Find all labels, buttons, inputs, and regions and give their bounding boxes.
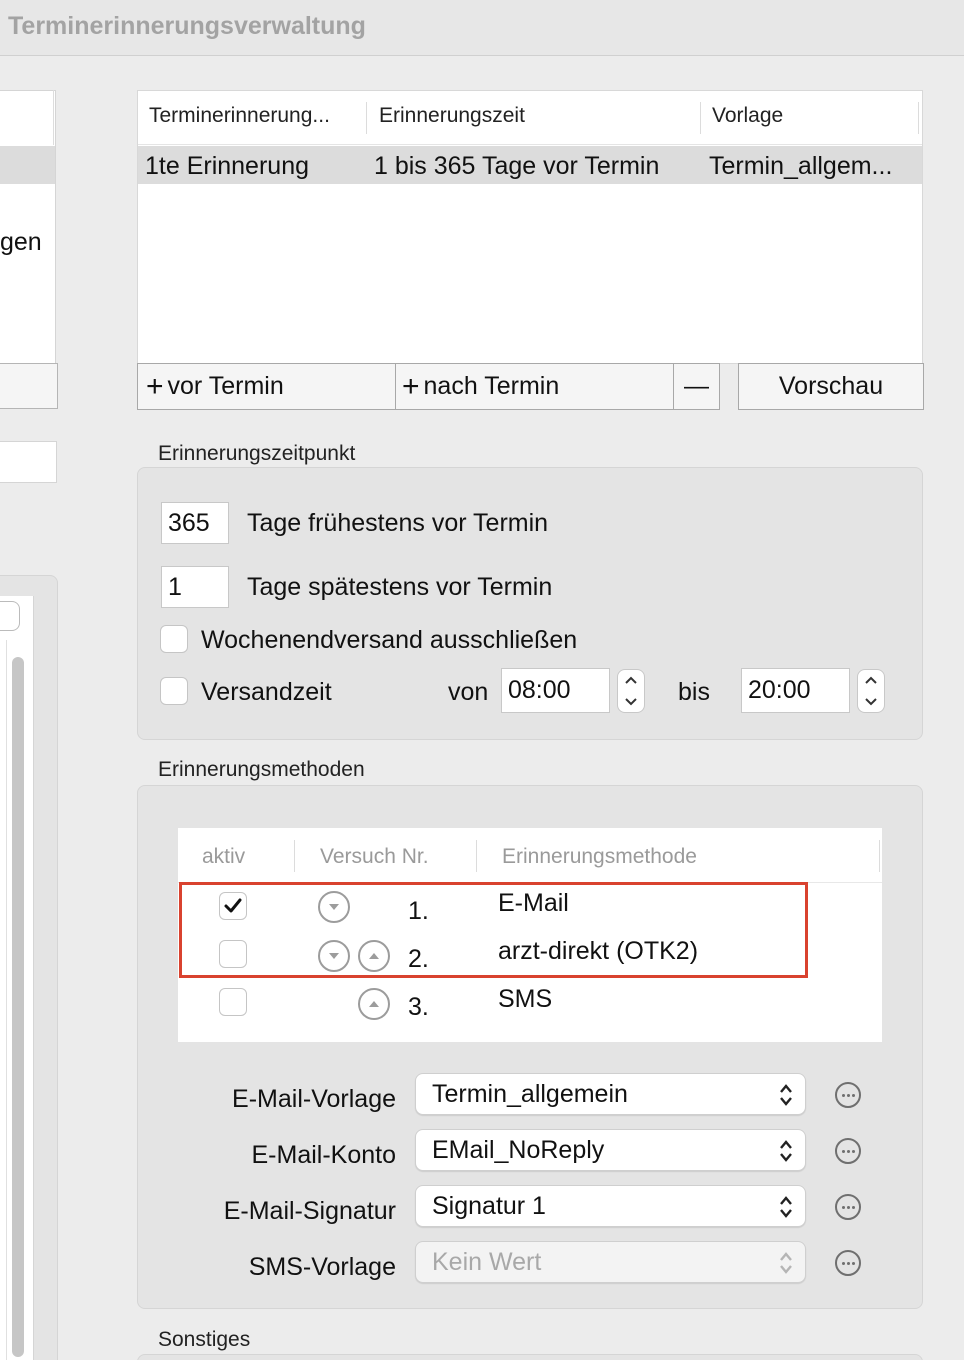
email-template-more-button[interactable]	[835, 1082, 861, 1108]
updown-chevron-icon	[780, 1196, 792, 1218]
add-after-label: nach Termin	[423, 372, 560, 400]
send-time-label: Versandzeit	[201, 678, 332, 706]
left-list-item-text[interactable]: gen	[0, 228, 42, 257]
email-account-more-button[interactable]	[835, 1138, 861, 1164]
sms-template-select[interactable]: Kein Wert	[415, 1241, 806, 1283]
add-before-label: vor Termin	[167, 372, 284, 400]
plus-icon: +	[402, 369, 420, 403]
exclude-weekend-label: Wochenendversand ausschließen	[201, 626, 578, 654]
from-time-stepper[interactable]	[617, 669, 645, 713]
column-divider[interactable]	[476, 840, 477, 872]
latest-days-input[interactable]: 1	[161, 566, 229, 608]
updown-chevron-icon	[780, 1252, 792, 1274]
chevron-up-icon[interactable]	[864, 676, 878, 685]
attempt-number: 3.	[408, 993, 429, 1021]
method-active-checkbox[interactable]	[219, 988, 247, 1016]
send-time-checkbox[interactable]	[160, 677, 188, 705]
add-after-appointment-button[interactable]: + nach Termin	[395, 363, 674, 410]
cell-reminder-time: 1 bis 365 Tage vor Termin	[374, 152, 660, 180]
left-scrollbar[interactable]	[12, 657, 24, 1357]
column-divider[interactable]	[918, 102, 919, 134]
column-header-active[interactable]: aktiv	[202, 845, 245, 869]
updown-chevron-icon	[780, 1084, 792, 1106]
column-divider[interactable]	[294, 840, 295, 872]
earliest-days-input[interactable]: 365	[161, 502, 229, 544]
plus-icon: +	[146, 369, 164, 403]
chevron-down-icon[interactable]	[864, 697, 878, 706]
email-account-select[interactable]: EMail_NoReply	[415, 1129, 806, 1171]
email-signature-label: E-Mail-Signatur	[223, 1197, 396, 1225]
email-signature-more-button[interactable]	[835, 1194, 861, 1220]
updown-chevron-icon	[780, 1140, 792, 1162]
methods-section-label: Erinnerungsmethoden	[158, 758, 365, 781]
column-divider[interactable]	[366, 102, 367, 134]
sms-template-label: SMS-Vorlage	[248, 1253, 396, 1281]
reminders-table[interactable]	[137, 90, 923, 364]
remove-button[interactable]: —	[673, 363, 720, 410]
highlight-frame	[179, 882, 808, 978]
column-header-template[interactable]: Vorlage	[712, 104, 783, 128]
left-toolbar-button[interactable]	[0, 363, 58, 409]
header-divider	[138, 144, 922, 145]
latest-days-label: Tage spätestens vor Termin	[247, 573, 553, 601]
misc-section-label: Sonstiges	[158, 1328, 251, 1351]
email-template-value: Termin_allgemein	[432, 1079, 628, 1108]
minus-icon: —	[684, 372, 709, 400]
triangle-up-icon	[369, 1001, 379, 1007]
cell-reminder-name: 1te Erinnerung	[145, 152, 310, 180]
column-header-method[interactable]: Erinnerungsmethode	[502, 845, 697, 869]
email-signature-value: Signatur 1	[432, 1191, 546, 1220]
window-title: Terminerinnerungsverwaltung	[8, 12, 366, 40]
method-name: SMS	[498, 985, 553, 1013]
exclude-weekend-checkbox[interactable]	[160, 625, 188, 653]
cell-reminder-template: Termin_allgem...	[709, 152, 893, 180]
earliest-days-label: Tage frühestens vor Termin	[247, 509, 549, 537]
sms-template-more-button[interactable]	[835, 1250, 861, 1276]
column-header-time[interactable]: Erinnerungszeit	[379, 104, 525, 128]
misc-group	[137, 1354, 923, 1360]
column-divider[interactable]	[700, 102, 701, 134]
preview-label: Vorschau	[778, 372, 884, 400]
add-before-appointment-button[interactable]: + vor Termin	[137, 363, 396, 410]
chevron-down-icon[interactable]	[624, 697, 638, 706]
left-list-selected-row[interactable]	[0, 146, 55, 184]
column-header-attempt[interactable]: Versuch Nr.	[320, 845, 429, 869]
from-label: von	[448, 678, 489, 706]
left-list-header	[0, 90, 54, 145]
column-header-reminder[interactable]: Terminerinnerung...	[149, 104, 330, 128]
from-time-input[interactable]: 08:00	[501, 668, 610, 713]
email-template-select[interactable]: Termin_allgemein	[415, 1073, 806, 1115]
left-mini-control[interactable]	[0, 601, 20, 631]
to-label: bis	[678, 678, 710, 706]
reminder-time-section-label: Erinnerungszeitpunkt	[158, 442, 356, 465]
email-account-value: EMail_NoReply	[432, 1135, 605, 1164]
to-time-stepper[interactable]	[857, 669, 885, 713]
email-signature-select[interactable]: Signatur 1	[415, 1185, 806, 1227]
email-template-label: E-Mail-Vorlage	[232, 1085, 396, 1113]
left-text-field[interactable]	[0, 441, 57, 483]
move-up-button[interactable]	[358, 988, 390, 1020]
email-account-label: E-Mail-Konto	[251, 1141, 397, 1169]
sms-template-value: Kein Wert	[432, 1247, 542, 1276]
column-divider[interactable]	[879, 840, 880, 872]
to-time-input[interactable]: 20:00	[741, 668, 850, 713]
preview-button[interactable]: Vorschau	[738, 363, 924, 410]
chevron-up-icon[interactable]	[624, 676, 638, 685]
